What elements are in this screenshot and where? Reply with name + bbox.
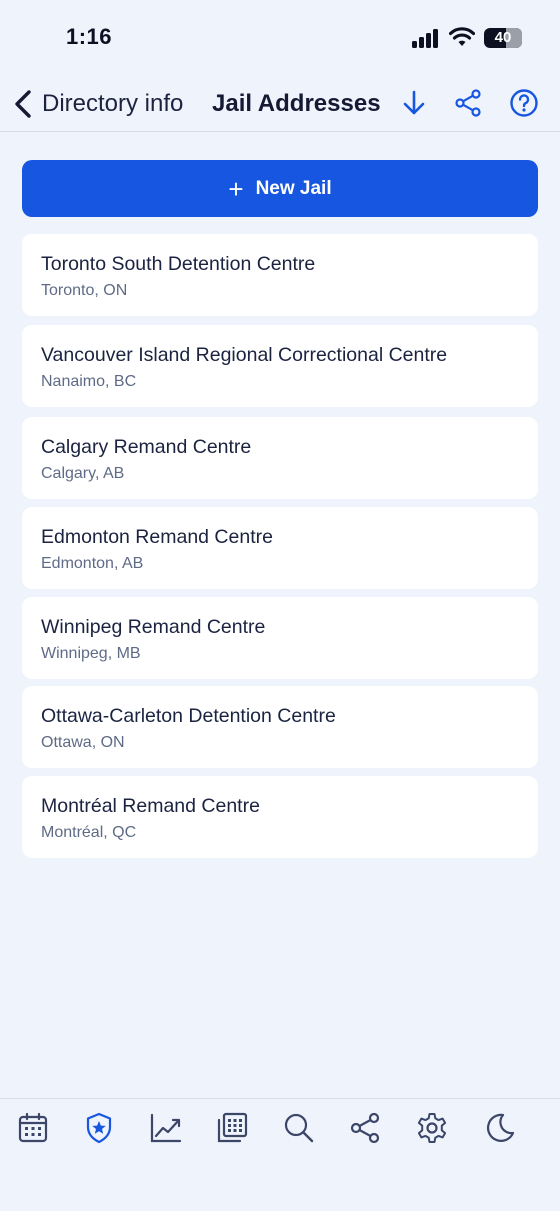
jail-list-item[interactable]: Montréal Remand Centre Montréal, QC: [22, 776, 538, 858]
arrow-down-icon: [403, 90, 425, 115]
moon-icon[interactable]: [483, 1111, 517, 1145]
navigation-bar: Directory info Jail Addresses: [0, 76, 560, 132]
chevron-left-icon: [15, 90, 31, 118]
jail-location: Nanaimo, BC: [41, 373, 137, 390]
share-button[interactable]: [453, 88, 483, 118]
back-label: Directory info: [42, 90, 184, 117]
jail-list-item[interactable]: Calgary Remand Centre Calgary, AB: [22, 417, 538, 499]
trend-chart-icon[interactable]: [149, 1111, 183, 1145]
grid-copy-icon[interactable]: [215, 1111, 249, 1145]
share-icon: [455, 89, 481, 117]
jail-name: Calgary Remand Centre: [41, 436, 252, 458]
settings-gear-icon[interactable]: [415, 1111, 449, 1145]
search-icon[interactable]: [282, 1111, 316, 1145]
bottom-toolbar: [0, 1098, 560, 1211]
jail-name: Vancouver Island Regional Correctional C…: [41, 344, 448, 366]
jail-list-item[interactable]: Edmonton Remand Centre Edmonton, AB: [22, 507, 538, 589]
page-title: Jail Addresses: [212, 90, 381, 117]
shield-star-icon[interactable]: [82, 1111, 116, 1145]
share-icon[interactable]: [348, 1111, 382, 1145]
download-button[interactable]: [399, 88, 429, 118]
jail-location: Toronto, ON: [41, 282, 128, 299]
jail-name: Montréal Remand Centre: [41, 795, 260, 817]
new-jail-label: New Jail: [255, 177, 332, 199]
status-time: 1:16: [66, 24, 113, 49]
status-bar: 1:16 40: [0, 0, 560, 76]
jail-list-item[interactable]: Winnipeg Remand Centre Winnipeg, MB: [22, 597, 538, 679]
jail-location: Winnipeg, MB: [41, 645, 141, 662]
jail-name: Edmonton Remand Centre: [41, 526, 273, 548]
battery-icon: 40: [484, 28, 522, 48]
wifi-icon: [448, 26, 476, 48]
jail-list-item[interactable]: Ottawa-Carleton Detention Centre Ottawa,…: [22, 686, 538, 768]
jail-location: Ottawa, ON: [41, 734, 125, 751]
jail-name: Ottawa-Carleton Detention Centre: [41, 705, 336, 727]
new-jail-button[interactable]: + New Jail: [22, 160, 538, 217]
jail-list-item[interactable]: Toronto South Detention Centre Toronto, …: [22, 234, 538, 316]
help-button[interactable]: [509, 88, 539, 118]
jail-location: Montréal, QC: [41, 824, 137, 841]
jail-name: Winnipeg Remand Centre: [41, 616, 266, 638]
calendar-icon[interactable]: [16, 1111, 50, 1145]
jail-location: Calgary, AB: [41, 465, 125, 482]
battery-level: 40: [494, 29, 512, 46]
plus-icon: +: [228, 173, 244, 204]
question-circle-icon: [510, 89, 538, 117]
jail-list-item[interactable]: Vancouver Island Regional Correctional C…: [22, 325, 538, 407]
back-button[interactable]: Directory info: [12, 84, 183, 124]
jail-location: Edmonton, AB: [41, 555, 144, 572]
jail-name: Toronto South Detention Centre: [41, 253, 316, 275]
cellular-signal-icon: [412, 28, 440, 48]
